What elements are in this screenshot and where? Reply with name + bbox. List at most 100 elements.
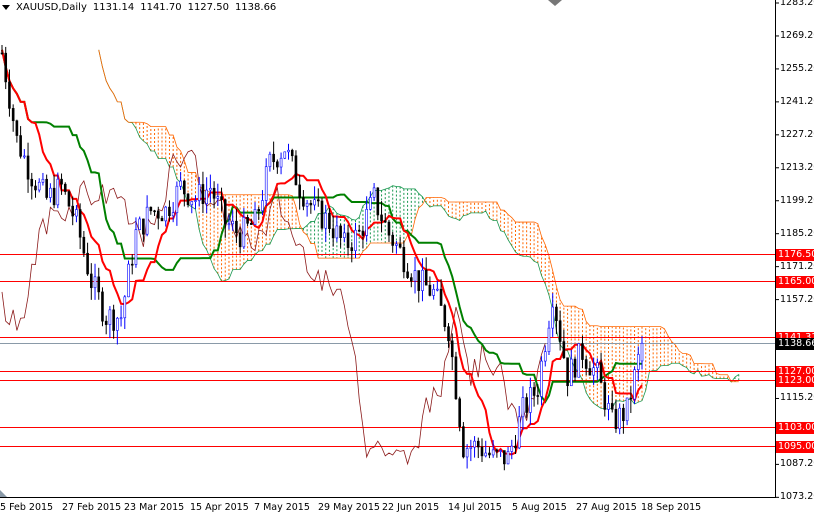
candle-body bbox=[462, 426, 465, 458]
candlesticks bbox=[0, 44, 644, 471]
price-tick-label: 1157.20 bbox=[780, 293, 814, 305]
candle bbox=[86, 242, 89, 276]
candle-body bbox=[383, 220, 387, 223]
candle-body bbox=[4, 52, 8, 83]
candle bbox=[603, 377, 607, 417]
candle-body bbox=[197, 184, 201, 201]
candle bbox=[462, 422, 465, 459]
candle bbox=[283, 151, 287, 160]
candle bbox=[566, 357, 569, 397]
level-price-label: 1123.00 bbox=[776, 374, 814, 387]
candle bbox=[11, 104, 15, 132]
candle-body bbox=[313, 199, 316, 206]
candle-body bbox=[536, 395, 540, 397]
symbol-label: XAUUSD,Daily bbox=[16, 2, 87, 13]
candle bbox=[402, 240, 406, 279]
candle bbox=[480, 438, 484, 462]
candle bbox=[41, 172, 45, 186]
candle-body bbox=[190, 201, 194, 206]
level-price-label: 1103.00 bbox=[776, 421, 814, 434]
candle-body bbox=[510, 445, 514, 452]
candle-body bbox=[506, 451, 510, 465]
candle-body bbox=[521, 397, 525, 418]
candle-body bbox=[34, 185, 37, 191]
candle-body bbox=[480, 446, 484, 457]
candle-body bbox=[618, 407, 621, 430]
date-tick-label: 14 Jul 2015 bbox=[448, 502, 502, 513]
candle-body bbox=[640, 342, 644, 362]
candle-body bbox=[361, 230, 365, 236]
candle-body bbox=[108, 309, 112, 325]
candle-body bbox=[335, 225, 339, 239]
candle-body bbox=[283, 151, 287, 159]
candle-body bbox=[328, 212, 331, 230]
candle bbox=[302, 190, 305, 211]
candle bbox=[454, 351, 458, 400]
candle-body bbox=[354, 229, 357, 251]
candle-body bbox=[0, 52, 4, 55]
candle bbox=[123, 295, 127, 329]
candle-body bbox=[45, 178, 48, 198]
candle-body bbox=[171, 212, 175, 217]
candle-body bbox=[82, 236, 86, 254]
candle-body bbox=[8, 81, 11, 109]
close-value: 1138.66 bbox=[234, 2, 277, 13]
candle bbox=[376, 187, 380, 220]
candle bbox=[372, 183, 376, 201]
candle bbox=[443, 303, 447, 332]
dropdown-triangle-icon[interactable] bbox=[2, 5, 10, 10]
candle-body bbox=[242, 217, 246, 248]
candle-body bbox=[257, 209, 261, 212]
candle-body bbox=[484, 452, 488, 457]
candle-body bbox=[253, 209, 257, 225]
candle-body bbox=[488, 452, 491, 456]
candle-body bbox=[212, 187, 216, 199]
candle-body bbox=[525, 397, 528, 413]
candle-body bbox=[369, 197, 372, 210]
candle-body bbox=[235, 220, 238, 234]
candle-body bbox=[116, 317, 119, 331]
candle-body bbox=[145, 206, 149, 235]
candle-body bbox=[424, 269, 428, 286]
chart-shift-marker[interactable] bbox=[0, 490, 7, 497]
candle bbox=[93, 263, 97, 300]
candle-body bbox=[499, 450, 502, 452]
candle bbox=[246, 214, 249, 227]
candle-body bbox=[365, 209, 368, 236]
candle-body bbox=[395, 243, 398, 246]
candle bbox=[264, 158, 268, 207]
candle bbox=[30, 172, 34, 200]
price-chart[interactable] bbox=[0, 0, 814, 516]
open-value: 1131.14 bbox=[92, 2, 135, 13]
chart-shift-handle[interactable] bbox=[548, 0, 562, 6]
candle bbox=[447, 323, 450, 348]
candle-body bbox=[570, 358, 573, 387]
candle-body bbox=[227, 223, 231, 226]
candle bbox=[339, 224, 342, 248]
candle bbox=[298, 174, 301, 210]
price-tick-label: 1241.20 bbox=[780, 95, 814, 107]
candle-body bbox=[123, 296, 127, 319]
candle-body bbox=[428, 284, 432, 296]
candle-body bbox=[164, 206, 168, 222]
indicator-lines bbox=[1, 49, 643, 466]
candle-body bbox=[67, 191, 71, 207]
candle-body bbox=[607, 403, 610, 410]
candle-body bbox=[413, 270, 417, 282]
candle bbox=[238, 227, 242, 254]
candle bbox=[153, 209, 156, 216]
price-tick-label: 1171.20 bbox=[780, 260, 814, 272]
candle bbox=[97, 267, 101, 300]
candle bbox=[223, 198, 227, 238]
candle bbox=[543, 345, 547, 367]
candle bbox=[488, 447, 491, 459]
candle-body bbox=[629, 397, 633, 400]
candle bbox=[369, 191, 372, 211]
candle bbox=[588, 361, 592, 376]
candle bbox=[309, 199, 313, 214]
candle-body bbox=[52, 187, 56, 206]
candle-body bbox=[168, 206, 171, 217]
candle-body bbox=[134, 229, 138, 265]
candle-body bbox=[183, 180, 186, 195]
candle bbox=[633, 366, 636, 404]
